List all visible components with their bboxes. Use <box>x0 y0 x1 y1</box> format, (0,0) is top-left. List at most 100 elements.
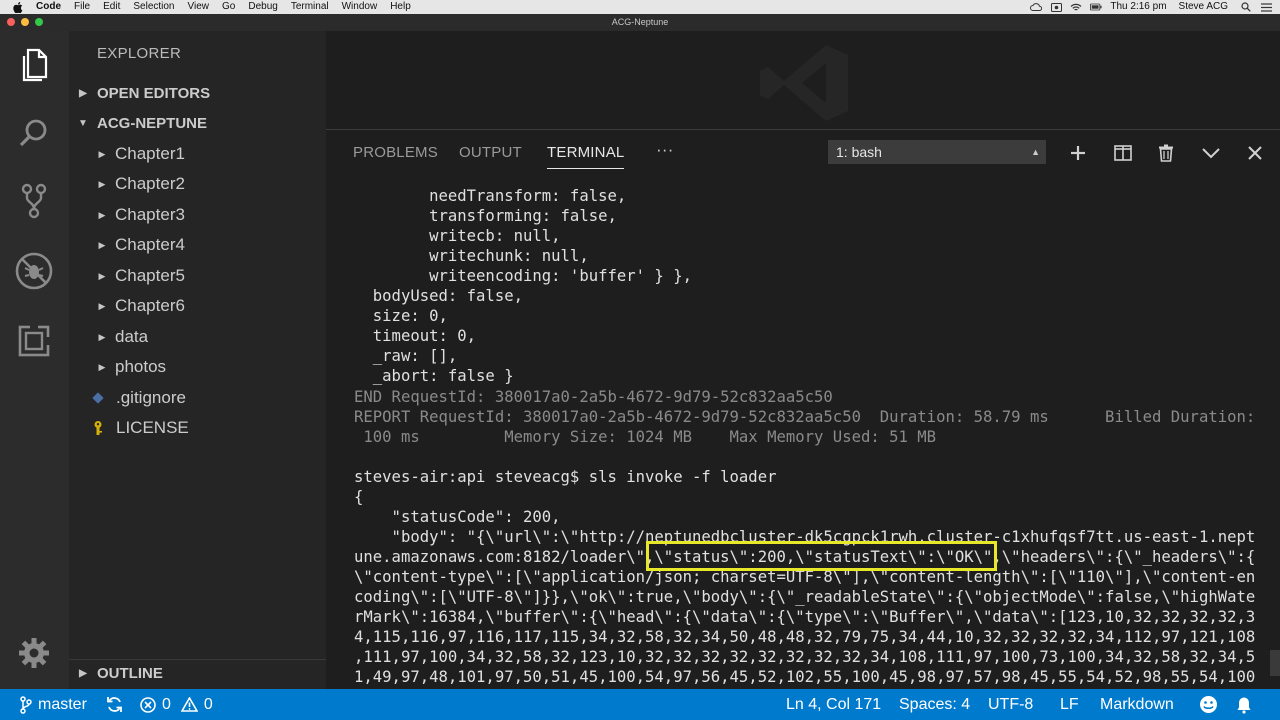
debug-icon[interactable] <box>14 251 54 291</box>
close-panel-icon[interactable] <box>1244 142 1266 164</box>
file-label: .gitignore <box>116 388 186 407</box>
tab-terminal[interactable]: TERMINAL <box>547 144 625 169</box>
folder-label: Chapter4 <box>115 235 185 254</box>
status-bar: master 0 0 Ln 4, Col 171 Spaces: 4 UTF-8… <box>0 689 1280 720</box>
menubar-user[interactable]: Steve ACG <box>1179 0 1228 14</box>
terminal-line: timeout: 0, <box>354 327 477 346</box>
maximize-panel-chevron-icon[interactable] <box>1200 142 1222 164</box>
source-control-icon[interactable] <box>14 181 54 221</box>
folder-chapter4[interactable]: ▶ Chapter4 <box>69 230 326 260</box>
menu-app-name[interactable]: Code <box>36 0 61 14</box>
open-editors-section[interactable]: ▶ OPEN EDITORS <box>69 79 326 107</box>
trash-kill-terminal-icon[interactable] <box>1155 142 1177 164</box>
activity-bar <box>0 31 69 689</box>
folder-collapsed-icon: ▶ <box>98 331 106 342</box>
folder-chapter1[interactable]: ▶ Chapter1 <box>69 139 326 169</box>
explorer-files-icon[interactable] <box>14 45 54 85</box>
menubar-clock[interactable]: Thu 2:16 pm <box>1110 0 1166 14</box>
terminal-line: size: 0, <box>354 307 448 326</box>
folder-chapter6[interactable]: ▶ Chapter6 <box>69 291 326 321</box>
problems-indicator[interactable]: 0 0 <box>140 689 213 720</box>
split-terminal-icon[interactable] <box>1112 142 1134 164</box>
folder-label: Chapter5 <box>115 266 185 285</box>
language-mode[interactable]: Markdown <box>1100 689 1174 720</box>
folder-label: Chapter6 <box>115 296 185 315</box>
settings-gear-icon[interactable] <box>14 633 54 673</box>
terminal-select-dropdown[interactable]: 1: bash ▲ <box>828 140 1046 164</box>
more-actions-button[interactable]: ··· <box>656 140 674 160</box>
menu-edit[interactable]: Edit <box>103 0 120 14</box>
menu-view[interactable]: View <box>188 0 210 14</box>
folder-collapsed-icon: ▶ <box>98 148 106 159</box>
menu-debug[interactable]: Debug <box>248 0 277 14</box>
bottom-panel: PROBLEMS OUTPUT TERMINAL ··· 1: bash ▲ n… <box>326 129 1280 689</box>
menu-go[interactable]: Go <box>222 0 235 14</box>
project-section[interactable]: ▼ ACG-NEPTUNE <box>69 109 326 137</box>
terminal-line: steves-air:api steveacg$ sls invoke -f l… <box>354 467 777 486</box>
search-icon[interactable] <box>14 113 54 153</box>
branch-name: master <box>38 696 87 713</box>
terminal-output[interactable]: needTransform: false, transforming: fals… <box>354 186 1274 686</box>
terminal-line: _abort: false } <box>354 367 514 386</box>
editor-area[interactable] <box>326 31 1280 129</box>
folder-chapter2[interactable]: ▶ Chapter2 <box>69 169 326 199</box>
warning-icon <box>180 697 198 712</box>
tab-problems[interactable]: PROBLEMS <box>353 144 438 161</box>
menu-file[interactable]: File <box>74 0 90 14</box>
terminal-line: { <box>354 487 364 506</box>
close-window-button[interactable] <box>7 18 15 26</box>
notification-center-icon[interactable] <box>1260 2 1272 12</box>
wifi-icon[interactable] <box>1070 2 1082 12</box>
branch-indicator[interactable]: master <box>20 689 87 720</box>
indentation-setting[interactable]: Spaces: 4 <box>899 689 970 720</box>
encoding-setting[interactable]: UTF-8 <box>988 689 1033 720</box>
terminal-scrollbar[interactable] <box>1270 650 1280 676</box>
folder-photos[interactable]: ▶ photos <box>69 352 326 382</box>
folder-label: Chapter3 <box>115 205 185 224</box>
open-editors-label: OPEN EDITORS <box>97 84 211 102</box>
menu-window[interactable]: Window <box>342 0 378 14</box>
notifications-bell-icon[interactable] <box>1236 689 1252 720</box>
folder-collapsed-icon: ▶ <box>98 361 106 372</box>
tab-output[interactable]: OUTPUT <box>459 144 522 161</box>
outline-section[interactable]: ▶ OUTLINE <box>69 659 326 687</box>
error-count: 0 <box>162 696 171 713</box>
eol-setting[interactable]: LF <box>1060 689 1079 720</box>
highlight-box <box>646 541 997 571</box>
minimize-window-button[interactable] <box>21 18 29 26</box>
terminal-select-value: 1: bash <box>836 144 882 160</box>
extensions-icon[interactable] <box>14 321 54 361</box>
spotlight-search-icon[interactable] <box>1240 2 1252 12</box>
terminal-line: needTransform: false, <box>354 187 627 205</box>
zoom-window-button[interactable] <box>35 18 43 26</box>
window-title: ACG-Neptune <box>611 17 669 27</box>
terminal-line: 1,49,97,48,101,97,50,51,45,100,54,97,56,… <box>354 668 1256 686</box>
terminal-line: END RequestId: 380017a0-2a5b-4672-9d79-5… <box>354 387 833 406</box>
creative-cloud-icon[interactable] <box>1030 2 1043 12</box>
explorer-sidebar: EXPLORER ▶ OPEN EDITORS ▼ ACG-NEPTUNE ▶ … <box>69 31 326 689</box>
menu-help[interactable]: Help <box>390 0 411 14</box>
battery-icon[interactable] <box>1090 2 1102 12</box>
warning-count: 0 <box>203 696 213 713</box>
feedback-smiley-icon[interactable] <box>1199 689 1218 720</box>
folder-data[interactable]: ▶ data <box>69 322 326 352</box>
menu-selection[interactable]: Selection <box>133 0 174 14</box>
folder-collapsed-icon: ▶ <box>98 300 106 311</box>
new-terminal-plus-icon[interactable] <box>1067 142 1089 164</box>
menu-terminal[interactable]: Terminal <box>291 0 329 14</box>
terminal-line: coding\":[\"UTF-8\"]}},\"ok\":true,\"bod… <box>354 588 1256 606</box>
folder-label: photos <box>115 357 167 376</box>
terminal-line: 4,115,116,97,116,117,115,34,32,58,32,34,… <box>354 628 1256 647</box>
cursor-position[interactable]: Ln 4, Col 171 <box>786 689 881 720</box>
folder-chapter5[interactable]: ▶ Chapter5 <box>69 261 326 291</box>
screen-record-icon[interactable] <box>1050 2 1062 12</box>
terminal-line: writechunk: null, <box>354 247 589 266</box>
sync-icon[interactable] <box>106 689 123 720</box>
vscode-watermark-icon <box>760 45 848 121</box>
apple-icon[interactable] <box>12 1 24 13</box>
folder-chapter3[interactable]: ▶ Chapter3 <box>69 200 326 230</box>
collapsed-triangle-icon: ▶ <box>79 668 87 679</box>
file-gitignore[interactable]: .gitignore <box>69 383 326 413</box>
file-license[interactable]: LICENSE <box>69 413 326 443</box>
select-updown-icon: ▲ <box>1031 147 1040 157</box>
